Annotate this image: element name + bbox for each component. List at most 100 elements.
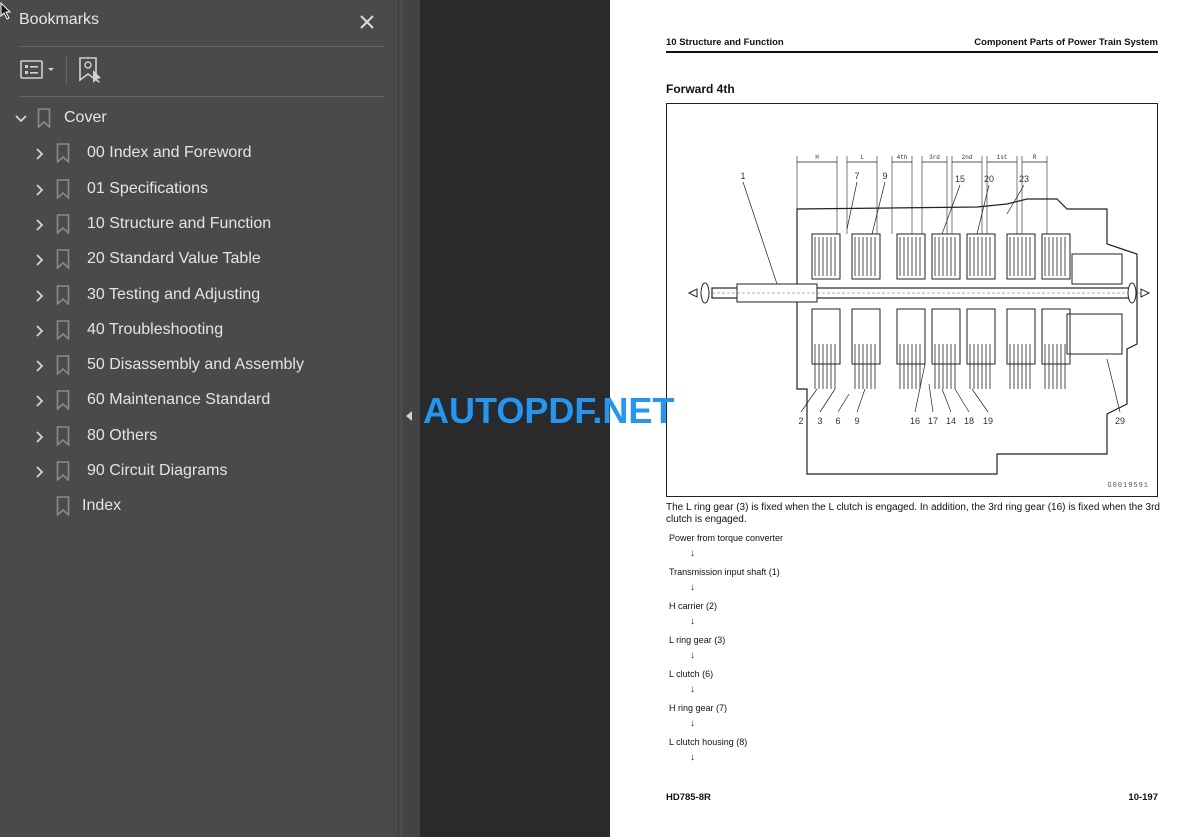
bookmark-icon [56, 390, 70, 411]
chevron-down-icon[interactable] [14, 112, 28, 126]
bookmark-icon [56, 214, 70, 234]
chevron-right-icon[interactable] [33, 147, 47, 161]
clutch-pack-lower [931, 308, 961, 365]
flow-step: Power from torque converter [669, 533, 784, 543]
bookmark-item[interactable]: Cover [0, 101, 399, 135]
callout-leader [941, 388, 952, 413]
flow-step: L clutch (6) [669, 669, 714, 679]
bookmark-label: 60 Maintenance Standard [87, 391, 271, 409]
callout-leader [1006, 184, 1025, 215]
find-current-bookmark-button[interactable] [78, 56, 104, 84]
bookmark-icon [56, 143, 70, 164]
bookmark-item[interactable]: 90 Circuit Diagrams [0, 454, 399, 488]
pdf-page: 10 Structure and Function Component Part… [610, 0, 1200, 837]
flow-step: Transmission input shaft (1) [669, 567, 780, 577]
bookmark-item[interactable]: 01 Specifications [0, 172, 399, 206]
clutch-pack-lower [1041, 308, 1071, 365]
bookmark-item[interactable]: Index [0, 489, 399, 523]
bookmark-options-button[interactable] [19, 58, 59, 84]
chevron-right-icon[interactable] [33, 183, 47, 197]
flow-arrow: ↓ [690, 718, 695, 729]
header-rule [666, 51, 1158, 53]
chevron-right-icon[interactable] [33, 253, 47, 267]
clutch-pack-upper [851, 233, 881, 280]
collapse-panel-arrow-icon[interactable] [406, 411, 412, 421]
callout-leader [837, 393, 850, 413]
callout-number: 9 [882, 171, 887, 181]
clutch-pack-upper [1041, 233, 1071, 280]
callout-leader [819, 388, 836, 413]
clutch-pack-upper [1006, 233, 1036, 280]
flow-arrow: ↓ [690, 582, 695, 593]
callout-number: 1 [740, 171, 745, 181]
close-panel-button[interactable] [357, 11, 377, 33]
range-label: 2nd [962, 154, 973, 161]
section-title: Forward 4th [666, 82, 735, 96]
chevron-right-icon[interactable] [33, 289, 47, 303]
flow-step: H ring gear (7) [669, 703, 728, 713]
callout-leader [846, 181, 858, 230]
callout-leader [954, 388, 970, 413]
callout-number: 16 [910, 416, 920, 426]
transmission-diagram: H L 4th 3rd 2nd 1st R1 7 9 15 20 232 3 6 9 16 17 14 18 19 29 [687, 154, 1151, 475]
bookmark-item[interactable]: 30 Testing and Adjusting [0, 278, 399, 312]
panel-title: Bookmarks [19, 11, 100, 28]
transmission-cross-section-figure: H L 4th 3rd 2nd 1st R 1 7 9 15 20 23 2 3 6 9 16 17 14 18 19 29… [666, 103, 1158, 497]
clutch-pack-lower [1006, 308, 1036, 365]
bookmark-icon [56, 496, 70, 517]
bookmark-item[interactable]: 20 Standard Value Table [0, 242, 399, 276]
output-arrow [1140, 288, 1151, 298]
callout-leader [971, 388, 989, 413]
bookmark-item[interactable]: 80 Others [0, 419, 399, 453]
chevron-right-icon[interactable] [33, 324, 47, 338]
callout-number: 9 [854, 416, 859, 426]
range-label: 1st [997, 154, 1008, 161]
chevron-right-icon[interactable] [33, 359, 47, 373]
bookmark-label: 30 Testing and Adjusting [87, 285, 261, 303]
chevron-right-icon[interactable] [33, 430, 47, 444]
clutch-pack-upper [931, 233, 961, 280]
chevron-right-icon[interactable] [33, 218, 47, 232]
chevron-right-icon[interactable] [33, 465, 47, 479]
clutch-pack-upper [811, 233, 841, 280]
callout-leader [742, 181, 778, 285]
output-gear-lower [1066, 313, 1123, 355]
bookmark-label: 40 Troubleshooting [87, 320, 224, 338]
figure-id: G0019591 [1107, 482, 1149, 490]
bookmark-item[interactable]: 40 Troubleshooting [0, 313, 399, 347]
bookmark-icon [56, 319, 70, 340]
bookmark-icon [56, 355, 70, 376]
range-label: 3rd [929, 154, 940, 161]
callout-leader [941, 184, 961, 235]
bookmark-item[interactable]: 10 Structure and Function [0, 207, 399, 241]
list-options-icon [20, 60, 54, 79]
flow-arrow: ↓ [690, 752, 695, 763]
flow-arrow: ↓ [690, 616, 695, 627]
bookmark-label: 80 Others [87, 426, 158, 444]
bookmark-label: 00 Index and Foreword [87, 144, 252, 162]
callout-number: 29 [1115, 416, 1125, 426]
callout-number: 15 [955, 174, 965, 184]
bookmark-item[interactable]: 60 Maintenance Standard [0, 383, 399, 417]
bookmark-icon [56, 178, 70, 199]
bookmark-icon [56, 461, 70, 481]
clutch-pack-lower [851, 308, 881, 365]
range-label: 4th [897, 154, 908, 161]
bookmark-label: 01 Specifications [87, 179, 208, 197]
flow-step: L clutch housing (8) [669, 737, 748, 747]
callout-number: 7 [854, 171, 859, 181]
range-label: R [1033, 154, 1037, 161]
bookmark-icon [56, 284, 70, 305]
page-number: 10-197 [1128, 792, 1158, 803]
page-header-section: 10 Structure and Function [666, 37, 784, 48]
callout-number: 18 [964, 416, 974, 426]
bookmark-item[interactable]: 50 Disassembly and Assembly [0, 348, 399, 382]
callout-leader [1106, 358, 1121, 413]
bookmark-item[interactable]: 00 Index and Foreword [0, 136, 399, 170]
bookmark-label: 90 Circuit Diagrams [87, 462, 228, 479]
chevron-right-icon[interactable] [33, 394, 47, 408]
page-header-topic: Component Parts of Power Train System [974, 37, 1158, 48]
bookmark-label: Cover [64, 109, 107, 126]
page-footer-model: HD785-8R [666, 792, 711, 803]
bookmark-icon [56, 425, 70, 446]
